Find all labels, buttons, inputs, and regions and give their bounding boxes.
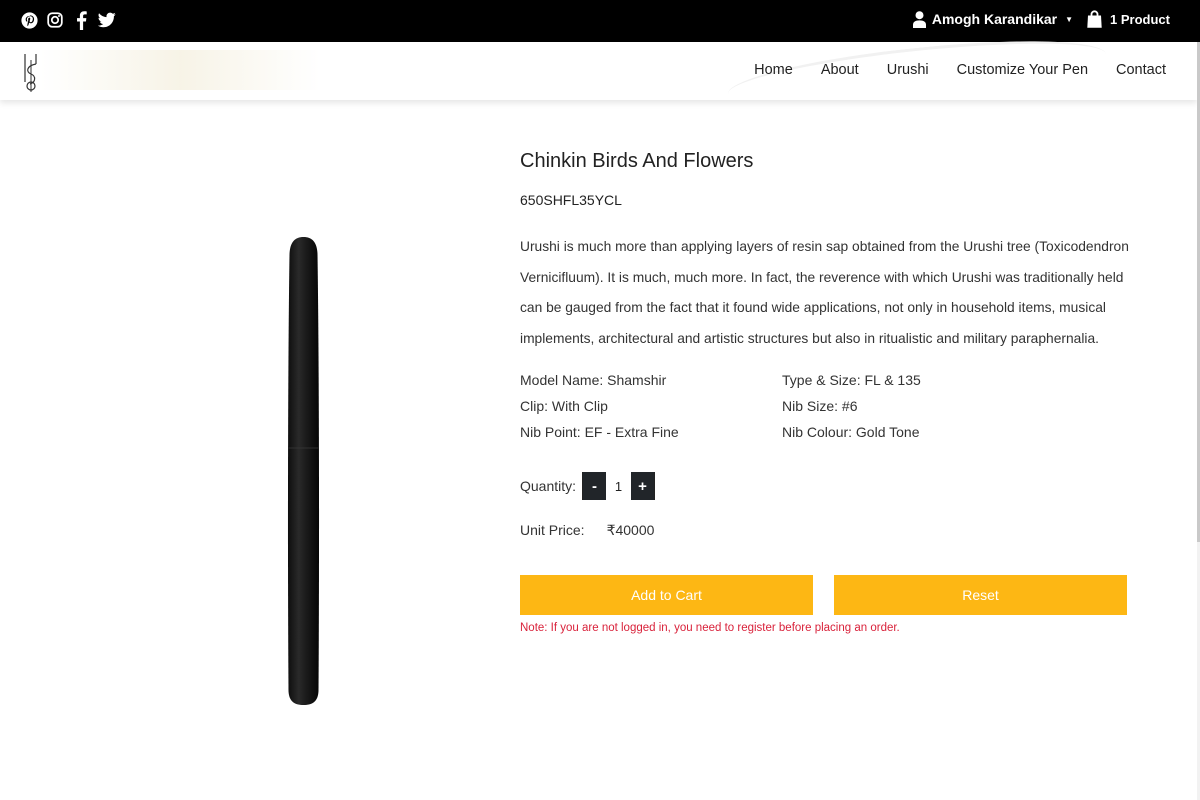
reset-button[interactable]: Reset bbox=[834, 575, 1127, 615]
account-area: Amogh Karandikar ▼ 1 Product bbox=[912, 10, 1170, 28]
cart-link[interactable]: 1 Product bbox=[1087, 10, 1170, 28]
user-name: Amogh Karandikar bbox=[931, 11, 1058, 27]
login-note: Note: If you are not logged in, you need… bbox=[520, 622, 900, 634]
nav-contact[interactable]: Contact bbox=[1116, 62, 1166, 78]
cart-count: 1 Product bbox=[1110, 11, 1170, 27]
unit-price-label: Unit Price: bbox=[520, 522, 585, 538]
spec-nib-size: Nib Size: #6 bbox=[782, 398, 858, 414]
product-title: Chinkin Birds And Flowers bbox=[520, 150, 754, 172]
nav-home[interactable]: Home bbox=[754, 62, 793, 78]
quantity-row: Quantity: - 1 + bbox=[520, 472, 656, 500]
top-bar: Amogh Karandikar ▼ 1 Product bbox=[0, 0, 1200, 42]
user-icon bbox=[912, 10, 926, 28]
quantity-stepper: - 1 + bbox=[582, 472, 656, 500]
spec-nib-colour: Nib Colour: Gold Tone bbox=[782, 424, 920, 440]
product-specs: Model Name: Shamshir Type & Size: FL & 1… bbox=[520, 372, 1130, 440]
social-links bbox=[20, 10, 116, 30]
spec-model-name: Model Name: Shamshir bbox=[520, 372, 667, 388]
nav-about[interactable]: About bbox=[821, 62, 859, 78]
quantity-increase-button[interactable]: + bbox=[631, 472, 655, 500]
product-details: Chinkin Birds And Flowers 650SHFL35YCL U… bbox=[520, 150, 1130, 634]
spec-clip: Clip: With Clip bbox=[520, 398, 608, 414]
nav-menu: Home About Urushi Customize Your Pen Con… bbox=[754, 62, 1166, 78]
quantity-decrease-button[interactable]: - bbox=[583, 472, 607, 500]
instagram-icon[interactable] bbox=[46, 10, 64, 30]
pinterest-icon[interactable] bbox=[20, 10, 38, 30]
twitter-icon[interactable] bbox=[98, 10, 116, 30]
quantity-input[interactable]: 1 bbox=[606, 472, 632, 500]
unit-price-value: ₹40000 bbox=[606, 522, 655, 538]
product-image-pen bbox=[287, 237, 320, 705]
product-actions: Add to Cart Reset bbox=[520, 575, 1127, 615]
nav-urushi[interactable]: Urushi bbox=[887, 62, 929, 78]
product-description: Urushi is much more than applying layers… bbox=[520, 239, 1129, 346]
quantity-label: Quantity: bbox=[520, 478, 577, 494]
user-menu[interactable]: Amogh Karandikar ▼ bbox=[912, 10, 1074, 28]
spec-type-size: Type & Size: FL & 135 bbox=[782, 372, 921, 388]
facebook-icon[interactable] bbox=[72, 10, 90, 30]
product-sku: 650SHFL35YCL bbox=[520, 192, 622, 208]
add-to-cart-button[interactable]: Add to Cart bbox=[520, 575, 813, 615]
caret-down-icon: ▼ bbox=[1065, 14, 1074, 24]
shopping-bag-icon bbox=[1087, 10, 1102, 28]
nav-customize-your-pen[interactable]: Customize Your Pen bbox=[957, 62, 1088, 78]
spec-nib-point: Nib Point: EF - Extra Fine bbox=[520, 424, 679, 440]
brand-logo[interactable] bbox=[22, 52, 40, 92]
unit-price-row: Unit Price: ₹40000 bbox=[520, 522, 654, 539]
navbar-background-art bbox=[40, 50, 320, 90]
